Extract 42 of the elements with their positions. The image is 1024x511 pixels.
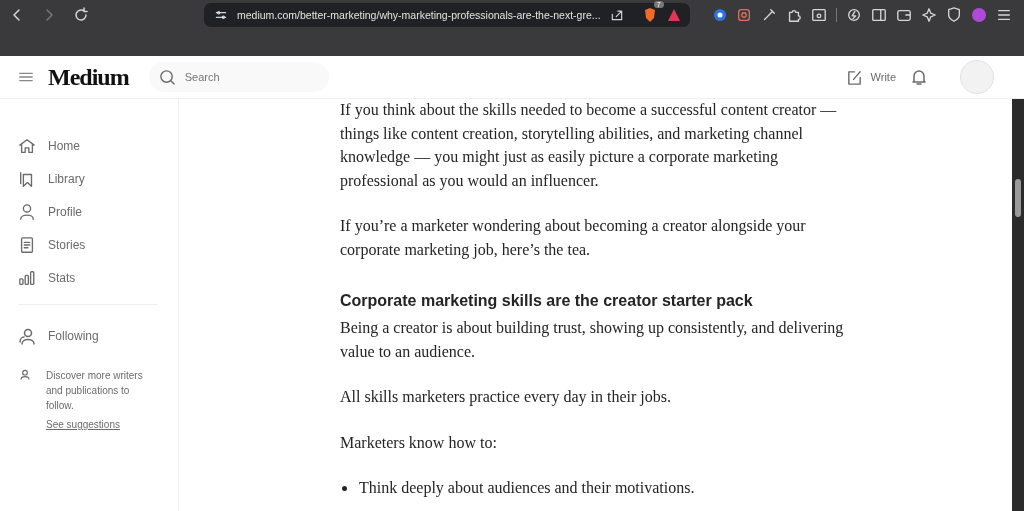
- person-icon[interactable]: [18, 202, 36, 221]
- nav-link[interactable]: Profile: [48, 204, 82, 219]
- triangle-icon[interactable]: [666, 8, 681, 22]
- bell-icon[interactable]: [910, 68, 928, 86]
- write-button[interactable]: Write: [845, 68, 896, 86]
- search-icon[interactable]: [158, 69, 176, 86]
- medium-logo[interactable]: Medium: [48, 63, 129, 91]
- wallet-icon[interactable]: [896, 7, 912, 23]
- paragraph: Marketers know how to:: [340, 432, 498, 453]
- site-settings-icon[interactable]: [214, 8, 228, 22]
- sidebar-icon[interactable]: [871, 7, 887, 23]
- nav-link[interactable]: Stats: [48, 270, 76, 285]
- paragraph: All skills marketers practice every day in their jobs.: [340, 387, 672, 408]
- menu-icon[interactable]: [996, 7, 1012, 23]
- paragraph: Being a creator is about building trust, showing up consistently, and delivering value to an audience.: [340, 318, 845, 362]
- scrollbar[interactable]: [1012, 99, 1024, 511]
- window-icon[interactable]: [811, 7, 827, 23]
- bullet-dot: [342, 486, 347, 491]
- scrollbar-thumb[interactable]: [1015, 179, 1021, 217]
- vpn-shield-icon[interactable]: [946, 7, 962, 23]
- bullet-text: Think deeply about audiences and their motivations.: [359, 478, 695, 499]
- camera-icon[interactable]: [736, 7, 752, 23]
- nav-link[interactable]: Home: [48, 138, 80, 153]
- sparkle-icon[interactable]: [921, 7, 937, 23]
- person-icon[interactable]: [18, 368, 32, 382]
- paragraph: If you think about the skills needed to become a successful content creator — things like content creation, storytelling abilities, and marketing channel knowledge — you might just as easily picture a corporate marketing professional as you would an influencer.: [340, 100, 838, 192]
- nav-link[interactable]: Library: [48, 171, 85, 186]
- puzzle-icon[interactable]: [786, 7, 802, 23]
- share-icon[interactable]: [609, 8, 624, 22]
- profile-avatar-icon[interactable]: [971, 7, 987, 23]
- discover-text: Discover more writers and publications to follow.: [46, 369, 144, 413]
- paragraph: If you’re a marketer wondering about becoming a creator alongside your corporate marketing job, here’s the tea.: [340, 216, 807, 261]
- section-heading: Corporate marketing skills are the creator starter pack: [340, 291, 754, 311]
- document-icon[interactable]: [18, 235, 36, 254]
- home-icon[interactable]: [18, 136, 36, 155]
- see-suggestions-link[interactable]: See suggestions: [46, 419, 156, 430]
- people-icon[interactable]: [18, 326, 36, 345]
- search-field[interactable]: Search: [148, 62, 329, 92]
- nav-link[interactable]: Following: [48, 328, 99, 343]
- bar-chart-icon[interactable]: [18, 268, 36, 287]
- reload-icon[interactable]: [72, 6, 90, 24]
- nav-link[interactable]: Stories: [48, 237, 86, 252]
